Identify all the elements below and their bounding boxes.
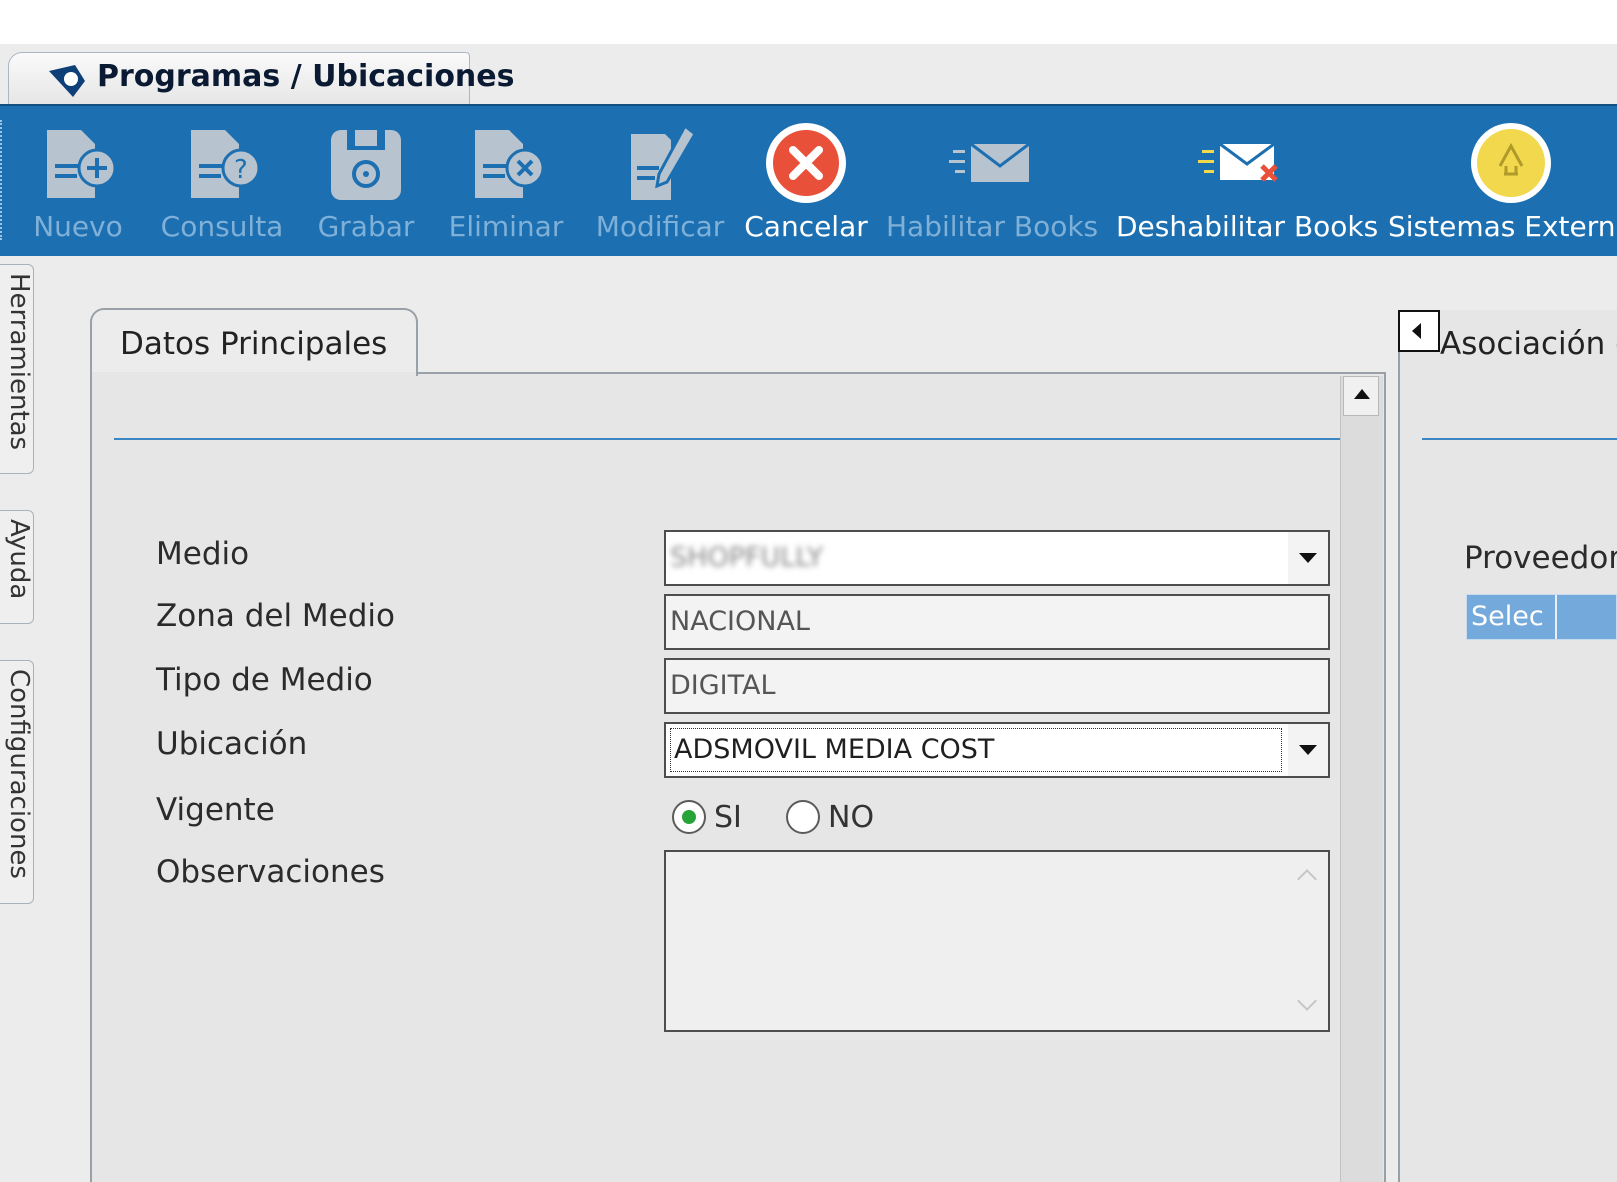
sidetab-herramientas-label: Herramientas: [4, 273, 34, 451]
toolbar-grip[interactable]: [0, 120, 6, 240]
sidetab-configuraciones[interactable]: Configuraciones: [0, 660, 34, 904]
floppy-disk-icon: [331, 130, 401, 200]
asociacion-panel: [1398, 310, 1617, 1182]
grabar-label: Grabar: [317, 210, 415, 243]
proveedor-grid-header: Selec: [1466, 594, 1617, 640]
cancelar-label: Cancelar: [744, 210, 868, 243]
zona-del-medio-field[interactable]: NACIONAL: [664, 594, 1330, 650]
document-add-icon: [47, 130, 117, 198]
vigente-si-label[interactable]: SI: [714, 800, 742, 835]
medio-dropdown-arrow-icon[interactable]: [1288, 532, 1328, 584]
document-question-icon: ?: [191, 130, 261, 198]
envelope-icon: [949, 142, 1030, 182]
section-divider: [114, 438, 1340, 440]
vigente-no-radio[interactable]: [786, 800, 820, 834]
sidetab-ayuda[interactable]: Ayuda: [0, 510, 34, 624]
eliminar-label: Eliminar: [448, 210, 564, 243]
app-logo-icon: [49, 65, 85, 97]
medio-select[interactable]: SHOPFULLY: [664, 530, 1330, 586]
modificar-button[interactable]: Modificar: [590, 106, 730, 256]
scroll-up-button[interactable]: [1343, 376, 1379, 416]
ubicacion-dropdown-arrow-icon[interactable]: [1288, 724, 1328, 776]
tipo-de-medio-value: DIGITAL: [670, 670, 776, 701]
observaciones-textarea[interactable]: [664, 850, 1330, 1032]
collapse-left-icon[interactable]: [1398, 310, 1440, 352]
document-delete-icon: [475, 130, 545, 198]
tipo-de-medio-field[interactable]: DIGITAL: [664, 658, 1330, 714]
sistemas-externo-label: Sistemas Externo: [1388, 210, 1617, 243]
asociacion-title: Asociación c: [1440, 326, 1617, 362]
zona-del-medio-value: NACIONAL: [670, 606, 810, 637]
tipo-de-medio-label: Tipo de Medio: [156, 662, 373, 698]
vigente-si-radio[interactable]: [672, 800, 706, 834]
habilitar-books-label: Habilitar Books: [886, 210, 1099, 243]
eliminar-button[interactable]: Eliminar: [440, 106, 572, 256]
sistemas-externo-button[interactable]: Sistemas Externo: [1388, 106, 1617, 256]
envelope-x-icon: [1198, 142, 1278, 182]
toolbar: Nuevo ? Consulta Grabar Eliminar Modific…: [0, 104, 1617, 256]
grabar-button[interactable]: Grabar: [308, 106, 424, 256]
vigente-label: Vigente: [156, 792, 275, 828]
observaciones-scrollbar[interactable]: [1294, 860, 1322, 1020]
consulta-button[interactable]: ? Consulta: [154, 106, 290, 256]
cancelar-button[interactable]: Cancelar: [744, 106, 868, 256]
deshabilitar-books-button[interactable]: Deshabilitar Books: [1116, 106, 1379, 256]
sidetab-configuraciones-label: Configuraciones: [4, 669, 34, 879]
sidetab-ayuda-label: Ayuda: [4, 519, 34, 600]
grid-header-selec[interactable]: Selec: [1467, 595, 1557, 639]
top-strip: [0, 0, 1617, 44]
svg-text:?: ?: [234, 155, 248, 185]
medio-value: SHOPFULLY: [670, 542, 824, 573]
tab-datos-principales[interactable]: Datos Principales: [90, 308, 418, 376]
tab-datos-principales-label: Datos Principales: [120, 326, 388, 362]
sidetab-herramientas[interactable]: Herramientas: [0, 264, 34, 474]
ubicacion-label: Ubicación: [156, 726, 308, 762]
ubicacion-value: ADSMOVIL MEDIA COST: [674, 734, 995, 765]
medio-label: Medio: [156, 536, 250, 572]
panel-scrollbar[interactable]: [1340, 376, 1383, 1182]
right-section-divider: [1422, 438, 1617, 440]
vigente-no-label[interactable]: NO: [828, 800, 874, 835]
external-systems-icon: [1471, 123, 1551, 203]
ubicacion-select[interactable]: ADSMOVIL MEDIA COST: [664, 722, 1330, 778]
document-tab[interactable]: Programas / Ubicaciones: [8, 52, 515, 104]
consulta-label: Consulta: [160, 210, 284, 243]
habilitar-books-button[interactable]: Habilitar Books: [886, 106, 1098, 256]
document-tab-title: Programas / Ubicaciones: [97, 59, 515, 94]
cancel-x-icon: [766, 123, 846, 203]
nuevo-label: Nuevo: [33, 210, 123, 243]
chevron-down-icon[interactable]: [1297, 991, 1317, 1011]
zona-del-medio-label: Zona del Medio: [156, 598, 395, 634]
tab-join: [92, 372, 416, 376]
modificar-label: Modificar: [595, 210, 725, 243]
nuevo-button[interactable]: Nuevo: [22, 106, 134, 256]
observaciones-label: Observaciones: [156, 854, 385, 890]
deshabilitar-books-label: Deshabilitar Books: [1116, 210, 1379, 243]
proveedor-label: Proveedor: [1464, 540, 1617, 576]
chevron-up-icon[interactable]: [1297, 869, 1317, 889]
side-tabs: Herramientas Ayuda Configuraciones: [0, 264, 36, 964]
document-edit-icon: [631, 123, 697, 200]
